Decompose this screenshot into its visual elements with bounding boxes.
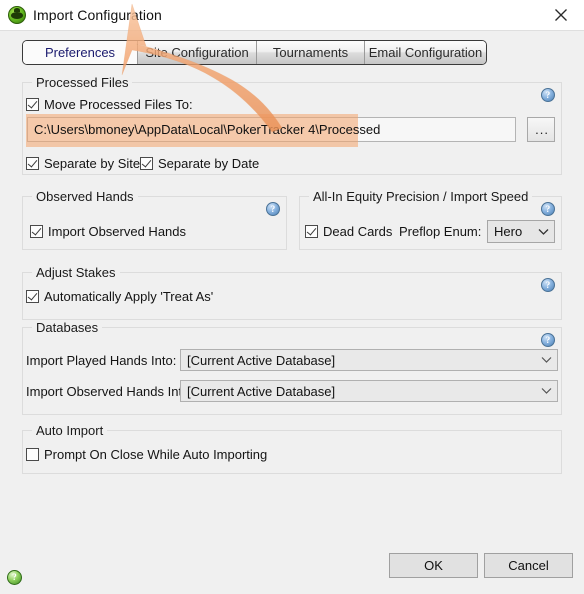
cancel-button-label: Cancel <box>508 558 549 573</box>
group-databases-legend: Databases <box>32 320 103 335</box>
checkbox-separate-by-site[interactable]: Separate by Site <box>26 156 140 171</box>
tab-tournaments-label: Tournaments <box>272 45 349 60</box>
checkbox-separate-by-site-box <box>26 157 39 170</box>
checkbox-auto-apply-treat-as-box <box>26 290 39 303</box>
tab-preferences[interactable]: Preferences <box>23 41 137 64</box>
checkbox-separate-by-date-box <box>140 157 153 170</box>
browse-button[interactable]: ... <box>527 117 555 142</box>
help-icon-glyph: ? <box>545 89 551 100</box>
help-icon-processed-files[interactable]: ? <box>541 88 555 102</box>
chevron-down-icon <box>535 387 557 395</box>
processed-files-path-value: C:\Users\bmoney\AppData\Local\PokerTrack… <box>34 122 381 137</box>
help-icon-observed-hands[interactable]: ? <box>266 202 280 216</box>
checkbox-auto-apply-treat-as[interactable]: Automatically Apply 'Treat As' <box>26 289 213 304</box>
import-observed-hands-value: [Current Active Database] <box>187 383 336 399</box>
window-title: Import Configuration <box>33 7 162 23</box>
help-icon-glyph: ? <box>12 572 17 582</box>
help-icon-databases[interactable]: ? <box>541 333 555 347</box>
cancel-button[interactable]: Cancel <box>484 553 573 578</box>
checkbox-prompt-on-close-box <box>26 448 39 461</box>
tab-preferences-label: Preferences <box>44 45 116 60</box>
ok-button[interactable]: OK <box>389 553 478 578</box>
chevron-down-icon <box>535 356 557 364</box>
checkbox-dead-cards[interactable]: Dead Cards <box>305 224 392 239</box>
help-icon-glyph: ? <box>270 203 276 214</box>
tab-tournaments[interactable]: Tournaments <box>257 41 365 64</box>
checkbox-import-observed-hands[interactable]: Import Observed Hands <box>30 224 186 239</box>
close-icon[interactable] <box>538 0 584 29</box>
processed-files-path-input[interactable]: C:\Users\bmoney\AppData\Local\PokerTrack… <box>26 114 516 147</box>
tab-email-configuration-label: Email Configuration <box>368 45 483 60</box>
group-processed-files-legend: Processed Files <box>32 75 133 90</box>
checkbox-prompt-on-close-label: Prompt On Close While Auto Importing <box>44 447 268 462</box>
import-played-hands-select[interactable]: [Current Active Database] <box>180 349 558 371</box>
preflop-enum-label: Preflop Enum: <box>399 224 482 239</box>
window-titlebar: Import Configuration <box>0 0 584 31</box>
checkbox-separate-by-site-label: Separate by Site <box>44 156 141 171</box>
preflop-enum-value: Hero <box>494 224 523 239</box>
tab-site-configuration[interactable]: Site Configuration <box>137 41 257 64</box>
help-icon-adjust-stakes[interactable]: ? <box>541 278 555 292</box>
import-played-hands-label: Import Played Hands Into: <box>26 353 177 368</box>
app-icon <box>8 6 26 24</box>
group-auto-import-legend: Auto Import <box>32 423 108 438</box>
checkbox-move-processed-files-label: Move Processed Files To: <box>44 97 193 112</box>
checkbox-move-processed-files[interactable]: Move Processed Files To: <box>26 97 193 112</box>
checkbox-move-processed-files-box <box>26 98 39 111</box>
group-adjust-stakes-legend: Adjust Stakes <box>32 265 120 280</box>
preflop-enum-select[interactable]: Hero <box>487 220 555 243</box>
checkbox-dead-cards-box <box>305 225 318 238</box>
checkbox-separate-by-date-label: Separate by Date <box>158 156 260 171</box>
help-icon-allin-equity[interactable]: ? <box>541 202 555 216</box>
import-played-hands-value: [Current Active Database] <box>187 352 336 368</box>
group-observed-hands: Observed Hands ? <box>22 189 287 250</box>
checkbox-import-observed-hands-label: Import Observed Hands <box>48 224 187 239</box>
checkbox-import-observed-hands-box <box>30 225 43 238</box>
help-icon-glyph: ? <box>545 334 551 345</box>
help-icon-glyph: ? <box>545 279 551 290</box>
import-observed-hands-select[interactable]: [Current Active Database] <box>180 380 558 402</box>
help-icon-dialog[interactable]: ? <box>7 570 22 585</box>
help-icon-glyph: ? <box>545 203 551 214</box>
chevron-down-icon <box>532 228 554 236</box>
checkbox-separate-by-date[interactable]: Separate by Date <box>140 156 259 171</box>
ok-button-label: OK <box>424 558 443 573</box>
tab-email-configuration[interactable]: Email Configuration <box>365 41 486 64</box>
tab-bar: Preferences Site Configuration Tournamen… <box>22 40 487 65</box>
checkbox-dead-cards-label: Dead Cards <box>323 224 393 239</box>
tab-site-configuration-label: Site Configuration <box>145 45 249 60</box>
checkbox-prompt-on-close[interactable]: Prompt On Close While Auto Importing <box>26 447 267 462</box>
import-observed-hands-into-label: Import Observed Hands Into: <box>26 384 193 399</box>
group-observed-hands-legend: Observed Hands <box>32 189 138 204</box>
browse-button-label: ... <box>535 122 549 137</box>
group-allin-equity-legend: All-In Equity Precision / Import Speed <box>309 189 533 204</box>
checkbox-auto-apply-treat-as-label: Automatically Apply 'Treat As' <box>44 289 214 304</box>
